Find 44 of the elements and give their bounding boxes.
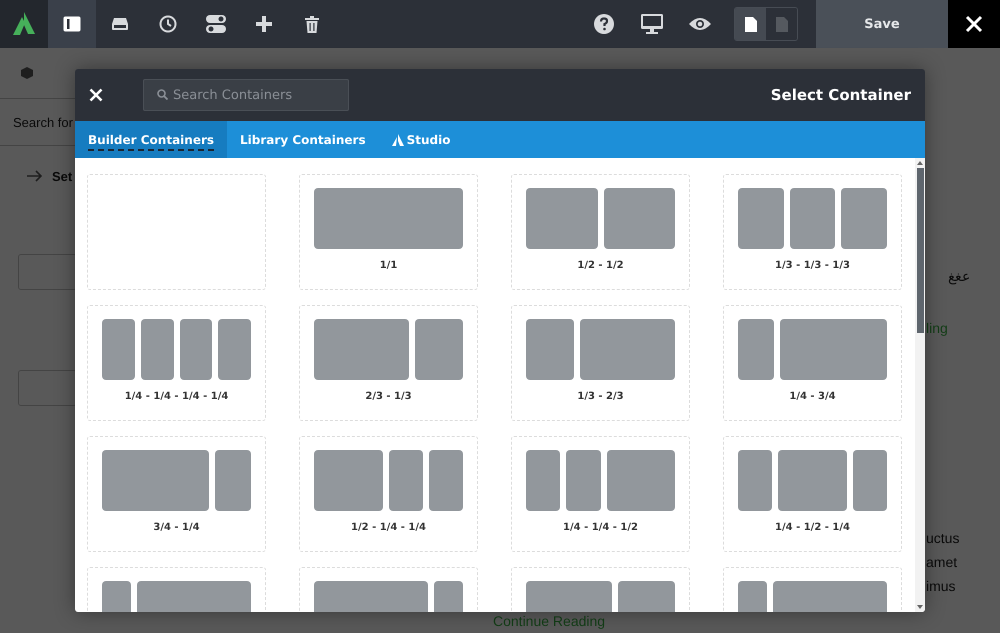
page-text: uctus bbox=[926, 530, 960, 546]
page-text: ling bbox=[926, 320, 948, 336]
page-text: amet bbox=[926, 554, 958, 570]
layout-card[interactable]: 1/2 - 1/2 bbox=[511, 174, 690, 290]
layout-label: 1/4 - 1/4 - 1/2 bbox=[562, 522, 639, 533]
layout-label: 1/1 bbox=[378, 260, 398, 271]
dialog-title: Select Container bbox=[770, 86, 911, 104]
close-icon[interactable] bbox=[89, 88, 103, 102]
layout-label: 1/2 - 1/2 bbox=[576, 260, 625, 271]
search-field[interactable]: Search Containers bbox=[143, 79, 349, 111]
search-icon bbox=[157, 89, 168, 100]
layout-card[interactable]: 1/4 - 1/4 - 1/4 - 1/4 bbox=[87, 305, 266, 421]
layout-card[interactable]: 1/3 - 1/3 - 1/3 bbox=[723, 174, 902, 290]
layout-card[interactable]: 1/1 bbox=[299, 174, 478, 290]
layout-card[interactable]: 2/3 - 1/3 bbox=[299, 305, 478, 421]
tab[interactable]: Library Containers bbox=[227, 121, 379, 158]
layout-card[interactable]: 1/4 - 1/4 - 1/2 bbox=[511, 436, 690, 552]
layout-card[interactable]: 1/4 - 1/2 - 1/4 bbox=[723, 436, 902, 552]
save-button[interactable]: Save bbox=[816, 0, 948, 48]
layout-card[interactable]: 3/4 - 1/4 bbox=[87, 436, 266, 552]
layout-label: 2/3 - 1/3 bbox=[364, 391, 413, 402]
tab[interactable]: Studio bbox=[378, 121, 464, 158]
page-text: imus bbox=[926, 578, 956, 594]
layout-label: 1/4 - 1/4 - 1/4 - 1/4 bbox=[124, 391, 230, 402]
page-text: عغغ bbox=[948, 268, 970, 284]
scrollbar[interactable] bbox=[915, 158, 925, 612]
layout-card[interactable]: 1/3 - 2/3 bbox=[511, 305, 690, 421]
panel-icon[interactable] bbox=[48, 0, 96, 48]
layout-card[interactable]: 1/4 - 3/4 bbox=[723, 305, 902, 421]
layout-card[interactable]: 1/2 - 1/4 - 1/4 bbox=[299, 436, 478, 552]
layout-label: 1/2 - 1/4 - 1/4 bbox=[350, 522, 427, 533]
layout-label: 1/3 - 2/3 bbox=[576, 391, 625, 402]
layout-label: 3/4 - 1/4 bbox=[152, 522, 201, 533]
layout-label: 1/3 - 1/3 - 1/3 bbox=[774, 260, 851, 271]
scroll-down-icon[interactable] bbox=[917, 605, 923, 609]
sidebar-heading: Set bbox=[52, 168, 72, 184]
tab[interactable]: Builder Containers bbox=[75, 121, 228, 158]
layout-label: 1/4 - 1/2 - 1/4 bbox=[774, 522, 851, 533]
logo-icon bbox=[0, 0, 48, 48]
close-icon[interactable] bbox=[948, 0, 1000, 48]
page-icon[interactable] bbox=[735, 8, 766, 40]
arrow-icon bbox=[27, 170, 43, 182]
layout-label: 1/4 - 3/4 bbox=[788, 391, 837, 402]
scroll-up-icon[interactable] bbox=[917, 161, 923, 165]
